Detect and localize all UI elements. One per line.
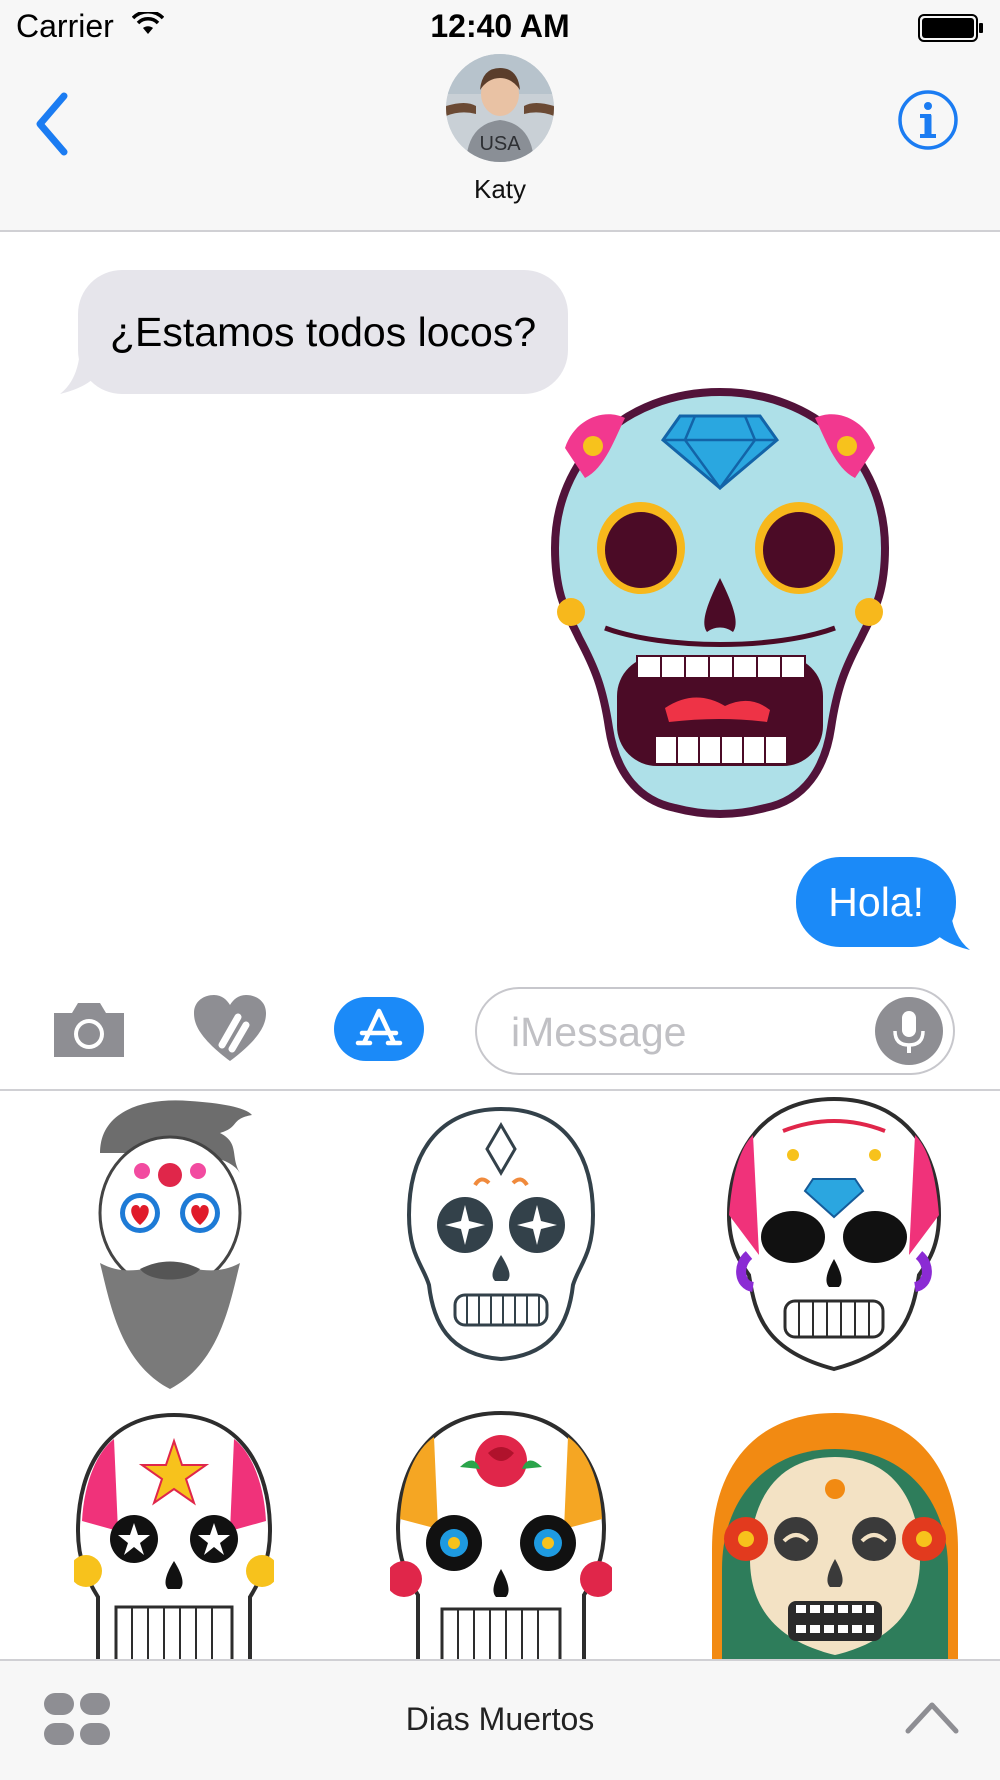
microphone-icon — [893, 1011, 925, 1053]
catrina-skull-sticker[interactable] — [706, 1409, 964, 1659]
contact-name[interactable]: Katy — [0, 174, 1000, 205]
message-input[interactable] — [509, 1005, 833, 1059]
outgoing-bubble-tail — [930, 906, 970, 950]
battery-icon — [918, 14, 983, 42]
camera-icon[interactable] — [50, 997, 128, 1061]
chevron-up-icon[interactable] — [904, 1697, 960, 1737]
microphone-button[interactable] — [875, 997, 943, 1065]
back-chevron-icon[interactable] — [28, 84, 78, 164]
status-bar: Carrier 12:40 AM — [0, 0, 1000, 54]
incoming-bubble-tail — [60, 350, 100, 394]
rose-skull-sticker[interactable] — [390, 1409, 612, 1659]
app-drawer-bar: Dias Muertos — [0, 1659, 1000, 1780]
incoming-message-bubble[interactable]: ¿Estamos todos locos? — [78, 270, 569, 394]
info-icon[interactable] — [896, 88, 960, 152]
star-skull-sticker[interactable] — [74, 1411, 274, 1659]
sticker-browser — [0, 1091, 1000, 1659]
app-store-button[interactable] — [334, 997, 424, 1061]
sticker-pack-title: Dias Muertos — [405, 1701, 595, 1737]
contact-photo-icon: USA — [446, 54, 554, 162]
clock: 12:40 AM — [430, 8, 570, 44]
contact-avatar[interactable]: USA — [446, 54, 554, 162]
sugar-skull-sticker[interactable] — [545, 388, 895, 820]
digital-touch-heart-icon[interactable] — [192, 993, 268, 1063]
app-store-icon — [355, 1008, 403, 1046]
diamond-skull-sticker[interactable] — [723, 1095, 945, 1375]
svg-text:USA: USA — [479, 133, 521, 155]
navigation-bar: USA Katy — [0, 54, 1000, 232]
line-art-skull-sticker[interactable] — [405, 1105, 597, 1365]
message-composer — [0, 975, 1000, 1091]
bearded-skull-sticker[interactable] — [80, 1093, 260, 1393]
message-field[interactable] — [475, 987, 955, 1075]
